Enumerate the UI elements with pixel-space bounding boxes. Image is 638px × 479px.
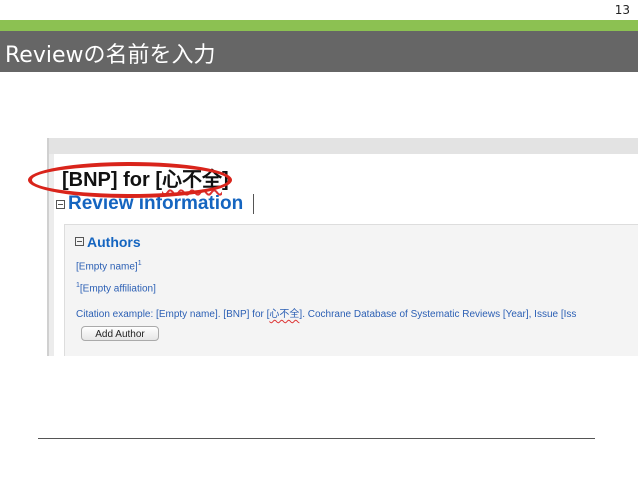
title-bar: Reviewの名前を入力: [0, 31, 638, 72]
screenshot-top-strip: [47, 138, 638, 154]
authors-title: Authors: [87, 233, 141, 250]
add-author-button[interactable]: Add Author: [81, 326, 159, 341]
authors-header[interactable]: Authors: [75, 233, 141, 251]
text-cursor: [253, 194, 255, 214]
collapse-toggle-icon[interactable]: [56, 199, 65, 209]
slide-title: Reviewの名前を入力: [5, 43, 216, 68]
affiliation-line[interactable]: 1[Empty affiliation]: [76, 282, 156, 294]
author-superscript: 1: [137, 260, 142, 267]
citation-prefix: Citation example: [Empty name]. [BNP] fo…: [76, 309, 270, 320]
authors-panel: Authors [Empty name]1 1[Empty affiliatio…: [64, 224, 638, 356]
citation-example: Citation example: [Empty name]. [BNP] fo…: [76, 305, 576, 320]
footer-rule: [38, 438, 595, 439]
accent-band: [0, 20, 638, 31]
citation-suffix: ]. Cochrane Database of Systematic Revie…: [299, 309, 577, 320]
author-name-line[interactable]: [Empty name]1: [76, 260, 142, 272]
affiliation-text: [Empty affiliation]: [79, 283, 156, 295]
highlight-ellipse: [28, 162, 232, 198]
page-number: 13: [614, 3, 630, 17]
collapse-toggle-icon[interactable]: [75, 237, 84, 247]
author-name: [Empty name]: [76, 261, 138, 273]
citation-jp: 心不全: [269, 309, 300, 320]
